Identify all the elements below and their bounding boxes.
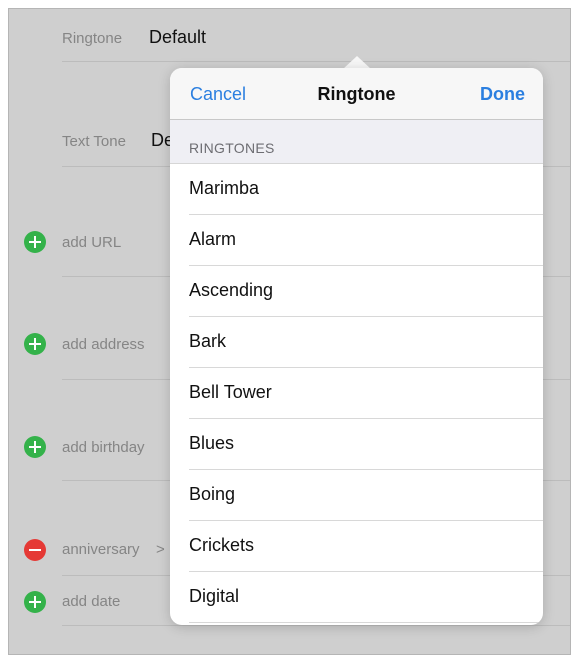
ringtone-popover: Cancel Ringtone Done RINGTONES Marimba A… bbox=[170, 68, 543, 625]
ringtone-item-blues[interactable]: Blues bbox=[170, 419, 543, 470]
add-date-label[interactable]: add date bbox=[62, 593, 120, 610]
section-header-label: RINGTONES bbox=[189, 140, 275, 156]
separator bbox=[62, 61, 570, 62]
ringtone-item-label: Blues bbox=[189, 433, 235, 453]
anniversary-label[interactable]: anniversary bbox=[62, 541, 140, 558]
ringtone-item-label: Bell Tower bbox=[189, 382, 272, 402]
ringtone-item-label: Ascending bbox=[189, 280, 274, 300]
ringtone-value[interactable]: Default bbox=[149, 27, 206, 48]
ringtone-label: Ringtone bbox=[62, 30, 123, 47]
section-header: RINGTONES bbox=[170, 120, 543, 164]
ringtone-item-crickets[interactable]: Crickets bbox=[170, 521, 543, 572]
add-date-plus-icon[interactable] bbox=[24, 591, 46, 613]
ringtone-item-bark[interactable]: Bark bbox=[170, 317, 543, 368]
add-address-plus-icon[interactable] bbox=[24, 333, 46, 355]
done-button[interactable]: Done bbox=[480, 84, 525, 105]
texttone-label: Text Tone bbox=[62, 133, 126, 150]
ringtone-item-bell-tower[interactable]: Bell Tower bbox=[170, 368, 543, 419]
ringtone-item-boing[interactable]: Boing bbox=[170, 470, 543, 521]
popover-navbar: Cancel Ringtone Done bbox=[170, 68, 543, 120]
ringtone-item-label: Marimba bbox=[189, 178, 260, 198]
ringtone-item-marimba[interactable]: Marimba bbox=[170, 164, 543, 215]
ringtone-item-alarm[interactable]: Alarm bbox=[170, 215, 543, 266]
ringtone-item-label: Digital bbox=[189, 586, 240, 606]
ringtone-item-label: Alarm bbox=[189, 229, 237, 249]
ringtone-item-ascending[interactable]: Ascending bbox=[170, 266, 543, 317]
add-address-label[interactable]: add address bbox=[62, 336, 145, 353]
add-url-label[interactable]: add URL bbox=[62, 234, 121, 251]
chevron-right-icon[interactable]: > bbox=[156, 541, 165, 558]
ringtone-item-digital[interactable]: Digital bbox=[170, 572, 543, 623]
add-url-plus-icon[interactable] bbox=[24, 231, 46, 253]
ringtone-item-label: Crickets bbox=[189, 535, 255, 555]
ringtone-list: Marimba Alarm Ascending Bark Bell Tower … bbox=[170, 164, 543, 623]
remove-anniversary-minus-icon[interactable] bbox=[24, 539, 46, 561]
add-birthday-label[interactable]: add birthday bbox=[62, 439, 145, 456]
ringtone-item-label: Boing bbox=[189, 484, 236, 504]
separator bbox=[62, 625, 570, 626]
ringtone-item-label: Bark bbox=[189, 331, 227, 351]
add-birthday-plus-icon[interactable] bbox=[24, 436, 46, 458]
